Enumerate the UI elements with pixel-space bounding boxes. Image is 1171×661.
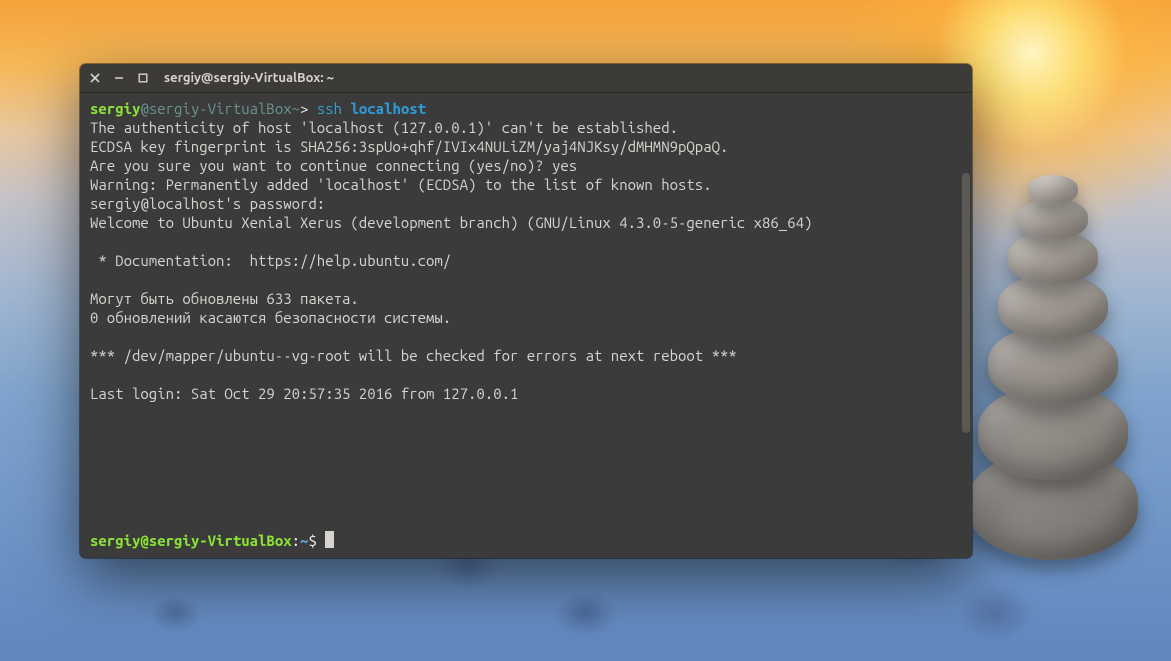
window-controls — [88, 71, 150, 85]
prompt-user: sergiy — [90, 532, 140, 549]
window-title: sergiy@sergiy-VirtualBox: ~ — [164, 71, 334, 85]
terminal-scrollbar[interactable] — [962, 173, 970, 433]
output-line: ECDSA key fingerprint is SHA256:3spUo+qh… — [90, 138, 728, 155]
shell-prompt[interactable]: sergiy@sergiy-VirtualBox:~$ — [90, 531, 962, 550]
prompt-colon: : — [292, 532, 300, 549]
output-line: Are you sure you want to continue connec… — [90, 157, 577, 174]
prompt-host: sergiy-VirtualBox — [149, 532, 292, 549]
window-titlebar[interactable]: sergiy@sergiy-VirtualBox: ~ — [80, 64, 972, 93]
output-line: Last login: Sat Oct 29 20:57:35 2016 fro… — [90, 385, 518, 402]
cursor — [325, 531, 334, 548]
output-line: Welcome to Ubuntu Xenial Xerus (developm… — [90, 214, 812, 231]
prompt-host: sergiy-VirtualBox — [149, 100, 292, 117]
prompt-dollar: $ — [308, 532, 325, 549]
output-line: Warning: Permanently added 'localhost' (… — [90, 176, 712, 193]
terminal-window[interactable]: sergiy@sergiy-VirtualBox: ~ sergiy@sergi… — [80, 64, 972, 558]
ssh-command: ssh — [317, 100, 342, 117]
wallpaper-stone-stack — [973, 140, 1143, 560]
ssh-arg: localhost — [350, 100, 426, 117]
output-line: * Documentation: https://help.ubuntu.com… — [90, 252, 451, 269]
output-line: 0 обновлений касаются безопасности систе… — [90, 309, 451, 326]
prompt-separator: > — [300, 100, 308, 117]
output-line: The authenticity of host 'localhost (127… — [90, 119, 678, 136]
terminal-body[interactable]: sergiy@sergiy-VirtualBox~> ssh localhost… — [80, 93, 972, 558]
close-icon[interactable] — [88, 71, 102, 85]
output-line: Могут быть обновлены 633 пакета. — [90, 290, 359, 307]
prompt-at: @ — [140, 532, 148, 549]
prompt-at: @ — [140, 100, 148, 117]
stone — [1028, 175, 1078, 205]
output-line: sergiy@localhost's password: — [90, 195, 325, 212]
prompt-user: sergiy — [90, 100, 140, 117]
maximize-icon[interactable] — [136, 71, 150, 85]
desktop-wallpaper: sergiy@sergiy-VirtualBox: ~ sergiy@sergi… — [0, 0, 1171, 661]
output-line: *** /dev/mapper/ubuntu--vg-root will be … — [90, 347, 737, 364]
prompt-tilde: ~ — [292, 100, 300, 117]
minimize-icon[interactable] — [112, 71, 126, 85]
